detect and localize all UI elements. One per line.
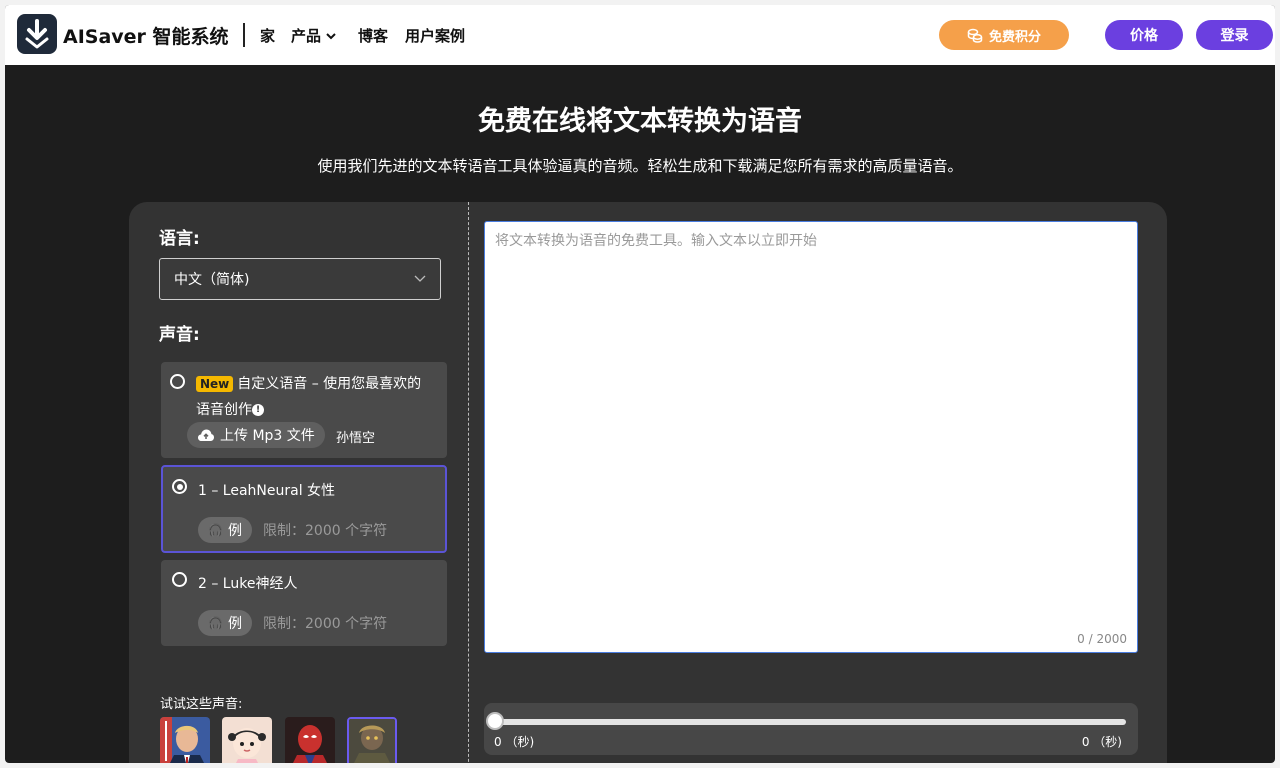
custom-voice-line2: 语音创作!	[196, 399, 264, 419]
headphones-icon: 🎧	[208, 616, 223, 630]
page-subtitle: 使用我们先进的文本转语音工具体验逼真的音频。轻松生成和下载满足您所有需求的高质量…	[317, 157, 963, 175]
page-title: 免费在线将文本转换为语音	[478, 106, 802, 137]
try-voices-label: 试试这些声音:	[160, 697, 243, 712]
custom-voice-name: 孙悟空	[336, 431, 376, 446]
voice-option-1[interactable]: 1 – LeahNeural 女性 🎧 例 限制：2000 个字符	[161, 465, 447, 553]
nav-products-label: 产品	[291, 27, 322, 45]
voice-1-limit: 限制：2000 个字符	[263, 523, 388, 539]
upload-mp3-label: 上传 Mp3 文件	[220, 428, 315, 444]
voice-avatar-1[interactable]	[160, 717, 210, 763]
audio-progress-knob[interactable]	[486, 712, 504, 730]
voice-avatar-2[interactable]	[222, 717, 272, 763]
login-button[interactable]: 登录	[1196, 20, 1273, 50]
logo-icon[interactable]	[17, 14, 57, 54]
voice-avatar-3[interactable]	[285, 717, 335, 763]
audio-current-time: 0 （秒)	[494, 735, 535, 749]
upload-mp3-button[interactable]: 上传 Mp3 文件	[187, 422, 325, 448]
headphones-icon: 🎧	[208, 523, 223, 537]
voice-radio-custom[interactable]	[170, 374, 185, 389]
voice-2-sample-label: 例	[227, 616, 242, 632]
nav-home[interactable]: 家	[260, 25, 275, 46]
text-input-area[interactable]: 0 / 2000	[484, 221, 1138, 653]
chevron-down-icon	[326, 32, 336, 39]
voice-1-sample-button[interactable]: 🎧 例	[198, 517, 252, 543]
voice-option-2[interactable]: 2 – Luke神经人 🎧 例 限制：2000 个字符	[161, 560, 447, 646]
panel-divider	[468, 202, 469, 763]
voice-radio-2[interactable]	[172, 572, 187, 587]
header-divider	[243, 23, 245, 47]
text-input[interactable]	[485, 222, 1137, 652]
coins-icon	[967, 28, 983, 43]
cloud-upload-icon	[198, 429, 214, 441]
nav-cases[interactable]: 用户案例	[405, 25, 465, 46]
voice-1-sample-label: 例	[227, 523, 242, 539]
char-counter: 0 / 2000	[1077, 632, 1127, 646]
voice-avatar-4[interactable]	[347, 717, 397, 763]
voice-1-name: 1 – LeahNeural 女性	[198, 483, 336, 499]
voice-2-limit: 限制：2000 个字符	[263, 616, 388, 632]
custom-voice-line1: New 自定义语音 – 使用您最喜欢的	[196, 373, 421, 393]
language-select-value: 中文（简体)	[174, 272, 250, 288]
language-select[interactable]: 中文（简体)	[159, 258, 441, 300]
language-label: 语言:	[159, 229, 200, 249]
top-header: AISaver 智能系统 家 产品 博客 用户案例 免费积分 价格 登录	[5, 5, 1275, 65]
chevron-down-icon	[414, 275, 426, 282]
nav-blog[interactable]: 博客	[358, 25, 388, 46]
audio-progress-track[interactable]	[494, 719, 1126, 725]
new-badge: New	[196, 376, 234, 392]
free-credits-label: 免费积分	[988, 29, 1041, 45]
app-frame: AISaver 智能系统 家 产品 博客 用户案例 免费积分 价格 登录 免费在…	[5, 5, 1275, 763]
custom-voice-text: 自定义语音 – 使用您最喜欢的	[237, 376, 422, 392]
voice-radio-1[interactable]	[172, 479, 187, 494]
voice-2-sample-button[interactable]: 🎧 例	[198, 610, 252, 636]
pricing-button[interactable]: 价格	[1105, 20, 1183, 50]
free-credits-button[interactable]: 免费积分	[939, 20, 1069, 50]
voice-2-name: 2 – Luke神经人	[198, 576, 298, 592]
custom-voice-text-2: 语音创作	[196, 402, 252, 418]
audio-total-time: 0 （秒)	[1081, 735, 1122, 749]
voice-option-custom[interactable]: New 自定义语音 – 使用您最喜欢的 语音创作! 上传 Mp3 文件 孙悟空	[161, 362, 447, 458]
brand-name[interactable]: AISaver 智能系统	[63, 22, 229, 49]
audio-player: 0 （秒) 0 （秒)	[484, 703, 1138, 755]
voice-label: 声音:	[159, 325, 200, 345]
info-icon[interactable]: !	[252, 404, 264, 416]
nav-products[interactable]: 产品	[291, 25, 337, 46]
